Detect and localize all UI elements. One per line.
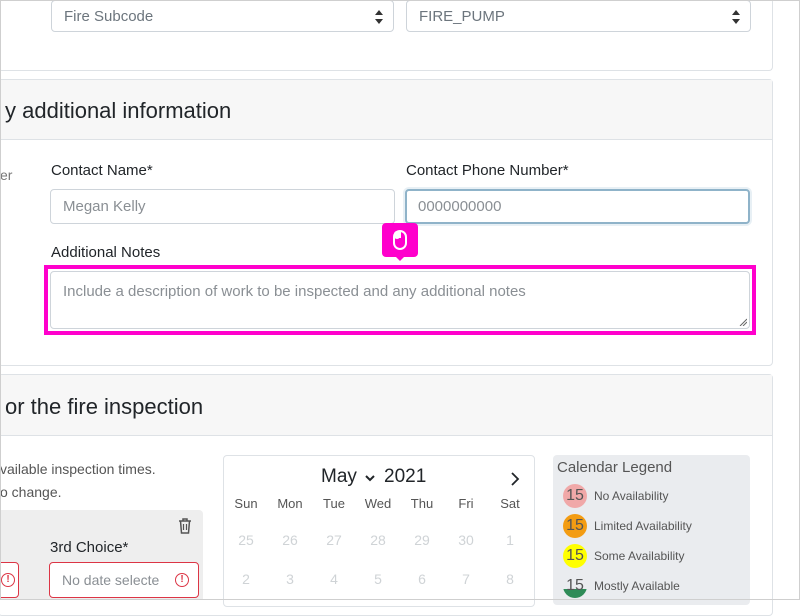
- calendar-day: 25: [238, 532, 254, 548]
- calendar-month: May: [321, 466, 357, 487]
- choice-panel: 3rd Choice* ! No date selecte !: [0, 510, 203, 600]
- contact-name-label: Contact Name*: [51, 162, 153, 179]
- additional-notes-label: Additional Notes: [51, 244, 161, 261]
- day-of-week: Tue: [323, 496, 345, 511]
- fire-subcode-value: Fire Subcode: [64, 8, 154, 25]
- day-of-week: Thu: [410, 496, 434, 511]
- card-header: y additional information: [0, 80, 772, 140]
- calendar-day: 6: [418, 571, 426, 587]
- calendar-day: 8: [506, 571, 514, 587]
- day-of-week: Mon: [277, 496, 303, 511]
- select-arrows-icon: [375, 10, 383, 24]
- day-of-week: Fri: [458, 496, 474, 511]
- legend-label: Limited Availability: [594, 519, 692, 533]
- contact-phone-value: 0000000000: [418, 198, 502, 215]
- schedule-info-line2: o change.: [0, 484, 62, 500]
- calendar-day: 7: [462, 571, 470, 587]
- contact-phone-label: Contact Phone Number*: [406, 162, 569, 179]
- calendar-day: 3: [286, 571, 294, 587]
- chevron-right-icon[interactable]: [510, 472, 520, 486]
- day-of-week: Wed: [364, 496, 392, 511]
- legend-label: Some Availability: [594, 549, 685, 563]
- contact-name-value: Megan Kelly: [63, 198, 146, 215]
- legend-swatch: 15: [563, 574, 587, 598]
- focus-highlight-box: [44, 265, 756, 335]
- select-arrows-icon: [732, 10, 740, 24]
- calendar-day: 30: [458, 532, 474, 548]
- calendar-day: 5: [374, 571, 382, 587]
- click-indicator: [382, 223, 418, 261]
- fire-subcode-select[interactable]: Fire Subcode: [51, 0, 394, 32]
- calendar-day: 26: [282, 532, 298, 548]
- error-icon: !: [175, 573, 189, 587]
- calendar-day: 27: [326, 532, 342, 548]
- contact-phone-input[interactable]: 0000000000: [405, 189, 750, 224]
- section-title: y additional information: [5, 98, 232, 123]
- third-choice-placeholder: No date selecte: [62, 572, 160, 588]
- legend-label: Mostly Available: [594, 579, 680, 593]
- calendar-day: 29: [414, 532, 430, 548]
- calendar-legend: Calendar Legend 15 No Availability 15 Li…: [553, 455, 750, 605]
- legend-swatch: 15: [563, 484, 587, 508]
- calendar-month-select[interactable]: May: [321, 466, 375, 488]
- calendar-year: 2021: [384, 466, 427, 487]
- contact-name-input[interactable]: Megan Kelly: [50, 189, 395, 224]
- mouse-icon: [393, 230, 407, 250]
- card-header: or the fire inspection: [0, 375, 772, 436]
- system-type-value: FIRE_PUMP: [419, 8, 505, 25]
- trash-icon[interactable]: [178, 518, 192, 534]
- error-icon: !: [1, 573, 15, 587]
- side-label: er: [0, 167, 13, 183]
- calendar-day: 1: [506, 532, 514, 548]
- calendar: May 2021 Sun Mon Tue Wed Thu Fri Sat 25 …: [223, 455, 535, 607]
- legend-swatch: 15: [563, 514, 587, 538]
- system-type-select[interactable]: FIRE_PUMP: [406, 0, 751, 32]
- location-card: Fire Subcode FIRE_PUMP: [0, 0, 773, 71]
- legend-swatch: 15: [563, 544, 587, 568]
- day-of-week: Sun: [234, 496, 258, 511]
- calendar-day: 2: [242, 571, 250, 587]
- legend-label: No Availability: [594, 489, 669, 503]
- chevron-down-icon: [365, 475, 375, 482]
- day-of-week: Sat: [500, 496, 520, 511]
- third-choice-label: 3rd Choice*: [50, 539, 129, 556]
- calendar-day: 28: [370, 532, 386, 548]
- section-title: or the fire inspection: [5, 394, 204, 419]
- legend-title: Calendar Legend: [557, 459, 673, 476]
- calendar-day: 4: [330, 571, 338, 587]
- schedule-info-line1: vailable inspection times.: [0, 461, 156, 477]
